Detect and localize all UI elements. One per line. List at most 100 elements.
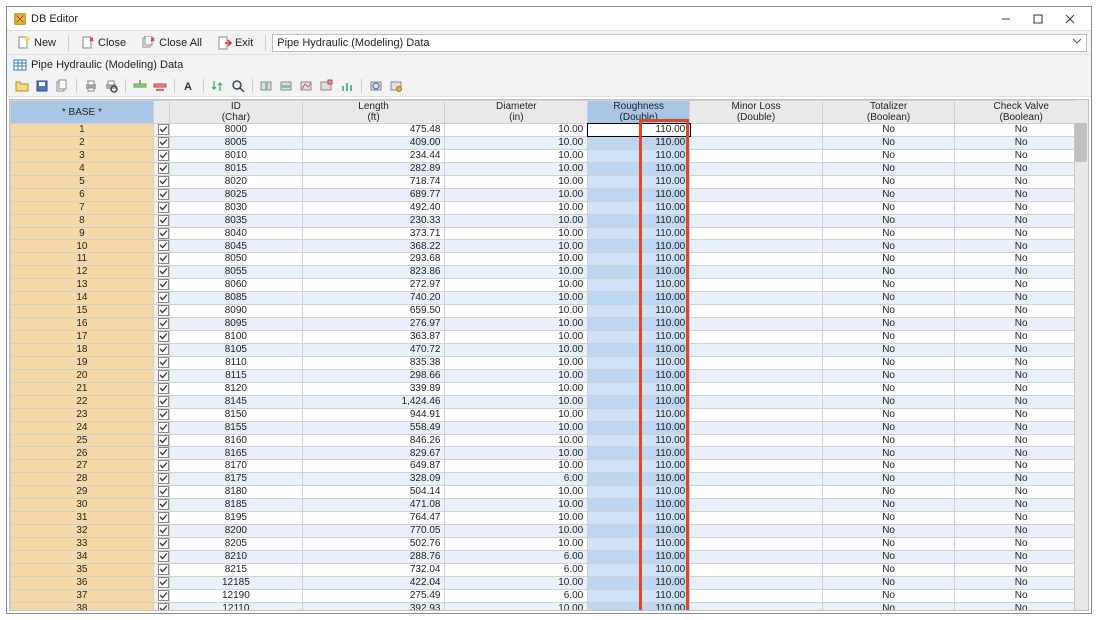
roughness-cell[interactable]: 110.00 (588, 149, 690, 162)
checkvalve-cell[interactable]: No (955, 538, 1088, 551)
minorloss-cell[interactable] (690, 253, 823, 266)
table-row[interactable]: 3612185422.0410.00110.00NoNo (11, 576, 1088, 589)
length-cell[interactable]: 339.89 (302, 382, 445, 395)
diameter-cell[interactable]: 10.00 (445, 395, 588, 408)
minorloss-cell[interactable] (690, 201, 823, 214)
checkvalve-cell[interactable]: No (955, 175, 1088, 188)
table-row[interactable]: 58020718.7410.00110.00NoNo (11, 175, 1088, 188)
row-checkbox[interactable] (153, 162, 169, 175)
block-edit3-button[interactable] (298, 77, 316, 95)
row-checkbox[interactable] (153, 486, 169, 499)
row-checkbox[interactable] (153, 292, 169, 305)
row-checkbox[interactable] (153, 240, 169, 253)
settings-button[interactable] (387, 77, 405, 95)
table-row[interactable]: 108045368.2210.00110.00NoNo (11, 240, 1088, 253)
print-preview-button[interactable] (102, 77, 120, 95)
minorloss-cell[interactable] (690, 576, 823, 589)
row-number-cell[interactable]: 1 (11, 124, 154, 137)
totalizer-cell[interactable]: No (822, 227, 955, 240)
minorloss-cell[interactable] (690, 266, 823, 279)
column-header-row[interactable]: * BASE * (11, 101, 154, 124)
font-button[interactable]: A (180, 77, 198, 95)
length-cell[interactable]: 823.86 (302, 266, 445, 279)
totalizer-cell[interactable]: No (822, 395, 955, 408)
roughness-cell[interactable]: 110.00 (588, 434, 690, 447)
minorloss-cell[interactable] (690, 343, 823, 356)
roughness-cell[interactable]: 110.00 (588, 188, 690, 201)
length-cell[interactable]: 846.26 (302, 434, 445, 447)
table-row[interactable]: 78030492.4010.00110.00NoNo (11, 201, 1088, 214)
roughness-cell[interactable]: 110.00 (588, 369, 690, 382)
checkvalve-cell[interactable]: No (955, 124, 1088, 137)
id-cell[interactable]: 8145 (170, 395, 303, 408)
row-number-cell[interactable]: 25 (11, 434, 154, 447)
row-checkbox[interactable] (153, 356, 169, 369)
table-row[interactable]: 128055823.8610.00110.00NoNo (11, 266, 1088, 279)
id-cell[interactable]: 8050 (170, 253, 303, 266)
id-cell[interactable]: 8185 (170, 499, 303, 512)
table-row[interactable]: 358215732.046.00110.00NoNo (11, 563, 1088, 576)
totalizer-cell[interactable]: No (822, 292, 955, 305)
diameter-cell[interactable]: 10.00 (445, 266, 588, 279)
row-number-cell[interactable]: 29 (11, 486, 154, 499)
checkvalve-cell[interactable]: No (955, 266, 1088, 279)
minorloss-cell[interactable] (690, 240, 823, 253)
row-number-cell[interactable]: 22 (11, 395, 154, 408)
table-row[interactable]: 68025689.7710.00110.00NoNo (11, 188, 1088, 201)
id-cell[interactable]: 8005 (170, 136, 303, 149)
row-checkbox[interactable] (153, 279, 169, 292)
roughness-cell[interactable]: 110.00 (588, 305, 690, 318)
totalizer-cell[interactable]: No (822, 149, 955, 162)
roughness-cell[interactable]: 110.00 (588, 447, 690, 460)
minorloss-cell[interactable] (690, 188, 823, 201)
checkvalve-cell[interactable]: No (955, 356, 1088, 369)
diameter-cell[interactable]: 10.00 (445, 331, 588, 344)
row-checkbox[interactable] (153, 253, 169, 266)
totalizer-cell[interactable]: No (822, 305, 955, 318)
diameter-cell[interactable]: 10.00 (445, 124, 588, 137)
id-cell[interactable]: 8030 (170, 201, 303, 214)
id-cell[interactable]: 8150 (170, 408, 303, 421)
column-header-chk[interactable] (153, 101, 169, 124)
data-source-dropdown[interactable]: Pipe Hydraulic (Modeling) Data (272, 34, 1087, 52)
totalizer-cell[interactable]: No (822, 486, 955, 499)
diameter-cell[interactable]: 10.00 (445, 253, 588, 266)
length-cell[interactable]: 504.14 (302, 486, 445, 499)
column-header-minorloss[interactable]: Minor Loss(Double) (690, 101, 823, 124)
minorloss-cell[interactable] (690, 292, 823, 305)
minorloss-cell[interactable] (690, 525, 823, 538)
length-cell[interactable]: 298.66 (302, 369, 445, 382)
roughness-cell[interactable]: 110.00 (588, 538, 690, 551)
table-row[interactable]: 268165829.6710.00110.00NoNo (11, 447, 1088, 460)
checkvalve-cell[interactable]: No (955, 201, 1088, 214)
diameter-cell[interactable]: 10.00 (445, 512, 588, 525)
table-row[interactable]: 338205502.7610.00110.00NoNo (11, 538, 1088, 551)
roughness-cell[interactable]: 110.00 (588, 253, 690, 266)
id-cell[interactable]: 8000 (170, 124, 303, 137)
close-button[interactable] (1055, 10, 1085, 28)
roughness-cell[interactable]: 110.00 (588, 266, 690, 279)
diameter-cell[interactable]: 10.00 (445, 279, 588, 292)
length-cell[interactable]: 770.05 (302, 525, 445, 538)
diameter-cell[interactable]: 10.00 (445, 318, 588, 331)
id-cell[interactable]: 8090 (170, 305, 303, 318)
row-number-cell[interactable]: 32 (11, 525, 154, 538)
roughness-cell[interactable]: 110.00 (588, 343, 690, 356)
roughness-cell[interactable]: 110.00 (588, 395, 690, 408)
diameter-cell[interactable]: 6.00 (445, 589, 588, 602)
roughness-cell[interactable]: 110.00 (588, 331, 690, 344)
scrollbar-thumb[interactable] (1075, 122, 1087, 162)
open-folder-button[interactable] (13, 77, 31, 95)
length-cell[interactable]: 1,424.46 (302, 395, 445, 408)
table-row[interactable]: 118050293.6810.00110.00NoNo (11, 253, 1088, 266)
totalizer-cell[interactable]: No (822, 253, 955, 266)
id-cell[interactable]: 8045 (170, 240, 303, 253)
table-row[interactable]: 158090659.5010.00110.00NoNo (11, 305, 1088, 318)
checkvalve-cell[interactable]: No (955, 136, 1088, 149)
totalizer-cell[interactable]: No (822, 408, 955, 421)
checkvalve-cell[interactable]: No (955, 576, 1088, 589)
exit-button[interactable]: Exit (212, 34, 259, 52)
row-checkbox[interactable] (153, 447, 169, 460)
block-edit4-button[interactable] (318, 77, 336, 95)
minorloss-cell[interactable] (690, 602, 823, 610)
